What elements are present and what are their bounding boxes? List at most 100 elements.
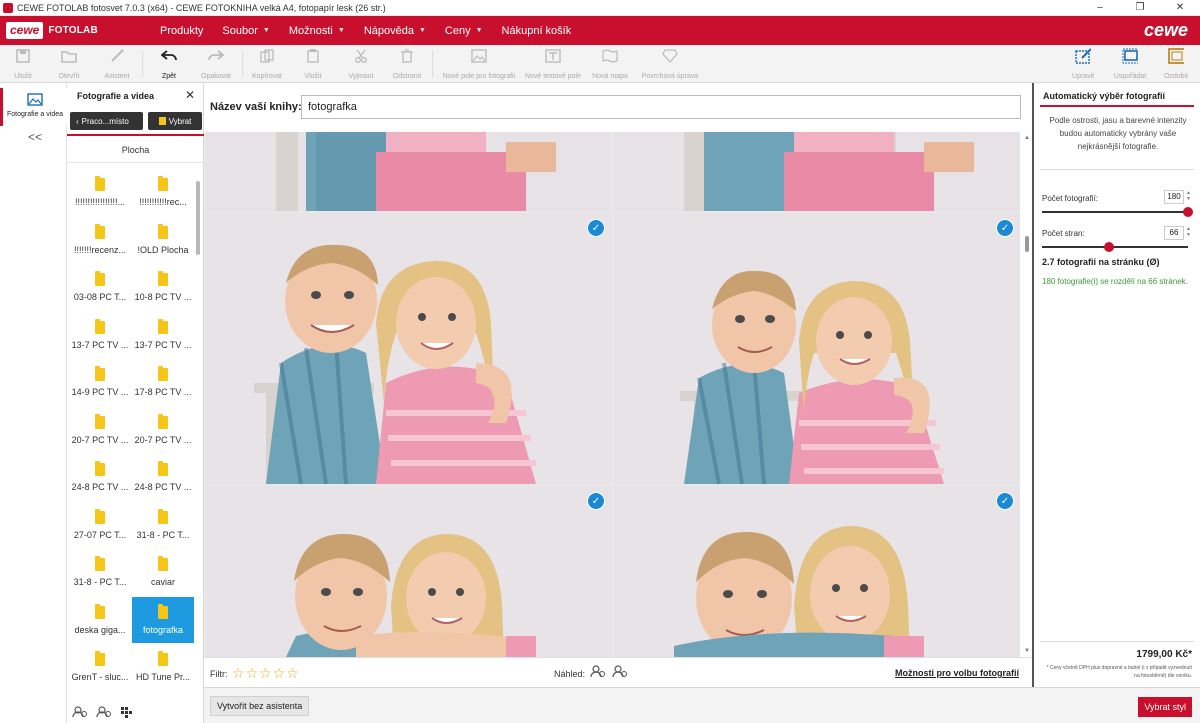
folder-item[interactable]: 13-7 PC TV ... [69, 312, 131, 358]
folder-item[interactable]: 13-7 PC TV ... [132, 312, 194, 358]
menu-item-3[interactable]: Nápověda ▼ [364, 25, 426, 37]
book-title-label: Název vaší knihy: [210, 101, 302, 113]
folder-item[interactable]: HD Tune Pr... [132, 644, 194, 690]
image-icon [471, 48, 487, 64]
folder-item[interactable]: !!!!!!!!!!!rec... [132, 169, 194, 215]
create-without-assistant-button[interactable]: Vytvořit bez asistenta [210, 696, 310, 716]
folder-item[interactable]: !!!!!!!recenz... [69, 217, 131, 263]
copy-button[interactable]: Kopírovat [250, 48, 284, 80]
photo-selection-options-link[interactable]: Možnosti pro volbu fotografií [895, 668, 1019, 678]
photo-thumbnail[interactable]: ✓ [206, 213, 611, 484]
folder-item[interactable]: 03-08 PC T... [69, 264, 131, 310]
close-icon[interactable]: ✕ [185, 88, 195, 102]
selected-check-icon[interactable]: ✓ [996, 219, 1014, 237]
menu-item-2[interactable]: Možnosti ▼ [289, 25, 345, 37]
photo-thumbnail[interactable] [206, 132, 611, 211]
star-icon[interactable]: ☆ [246, 665, 259, 682]
folder-item[interactable]: deska giga... [69, 597, 131, 643]
open-button[interactable]: Otevřít [52, 48, 86, 80]
new-map-button[interactable]: Nová mapa [588, 48, 632, 80]
folder-item[interactable]: 31-8 - PC T... [69, 549, 131, 595]
photo-image [614, 132, 1020, 211]
delete-button[interactable]: Odstranit [390, 48, 424, 80]
magic-wand-icon [109, 48, 125, 64]
page-count-label: Počet stran: [1042, 229, 1085, 238]
minimize-icon[interactable]: – [1080, 0, 1120, 16]
page-count-stepper[interactable]: ▲ ▼ [1186, 226, 1191, 238]
people-search-icon[interactable] [96, 705, 112, 721]
person-search-preview-icon[interactable] [612, 664, 628, 681]
selected-check-icon[interactable]: ✓ [996, 492, 1014, 510]
folder-icon [95, 461, 105, 476]
decorate-button[interactable]: Ozdobit [1160, 48, 1192, 80]
star-icon[interactable]: ☆ [273, 665, 286, 682]
folder-item[interactable]: 24-8 PC TV ... [69, 454, 131, 500]
folder-item[interactable]: 24-8 PC TV ... [132, 454, 194, 500]
folder-icon [158, 413, 168, 429]
folder-item[interactable]: 31-8 - PC T... [132, 502, 194, 548]
tab-photos-videos[interactable]: Fotografie a videa [0, 88, 67, 126]
folder-item[interactable]: caviar [132, 549, 194, 595]
folder-item[interactable]: fotografka [132, 596, 194, 643]
assistant-button[interactable]: Asistent [100, 48, 134, 80]
scroll-down-icon[interactable]: ▼ [1024, 648, 1030, 654]
folder-item[interactable]: 14-9 PC TV ... [69, 359, 131, 405]
collapse-panel-button[interactable]: << [28, 130, 42, 144]
menu-item-0[interactable]: Produkty [160, 25, 203, 37]
photo-count-slider[interactable] [1042, 211, 1188, 213]
paste-button[interactable]: Vložit [300, 48, 326, 80]
folder-item[interactable]: 10-8 PC TV ... [132, 264, 194, 310]
photo-image [206, 486, 611, 657]
scrollbar-thumb[interactable] [1025, 236, 1029, 252]
folder-scrollbar[interactable] [195, 181, 201, 687]
photo-thumbnail[interactable] [614, 132, 1020, 211]
star-icon[interactable]: ☆ [232, 665, 245, 682]
folder-item[interactable]: 20-7 PC TV ... [69, 407, 131, 453]
close-window-icon[interactable]: ✕ [1160, 0, 1200, 16]
star-icon[interactable]: ☆ [259, 665, 272, 682]
maximize-icon[interactable]: ❐ [1120, 0, 1160, 16]
new-photo-field-button[interactable]: Nové pole pro fotografii [438, 48, 520, 80]
photo-thumbnail[interactable]: ✓ [614, 213, 1020, 484]
save-button[interactable]: Uložit [8, 48, 38, 80]
surface-finish-button[interactable]: Povrchová úprava [638, 48, 702, 80]
page-count-slider[interactable] [1042, 246, 1188, 248]
photo-count-slider-handle[interactable] [1183, 207, 1193, 217]
new-text-field-button[interactable]: Nové textové pole [522, 48, 584, 80]
undo-button[interactable]: Zpět [154, 48, 184, 80]
folder-item[interactable]: !!!!!!!!!!!!!!!!!... [69, 169, 131, 215]
menu-item-4[interactable]: Ceny ▼ [445, 25, 483, 37]
folder-item[interactable]: GrenT - sluc... [69, 644, 131, 690]
selected-check-icon[interactable]: ✓ [587, 219, 605, 237]
folder-icon [158, 176, 168, 191]
people-icon[interactable] [72, 705, 88, 721]
edit-button[interactable]: Upravit [1066, 48, 1100, 80]
selected-check-icon[interactable]: ✓ [587, 492, 605, 510]
grid-view-icon[interactable] [120, 706, 132, 721]
person-preview-icon[interactable] [590, 664, 606, 681]
menu-item-5[interactable]: Nákupní košík [502, 25, 572, 37]
photo-grid-scrollbar[interactable]: ▲ ▼ [1022, 132, 1032, 657]
photo-count-stepper[interactable]: ▲ ▼ [1186, 190, 1191, 202]
choose-style-button[interactable]: Vybrat styl [1138, 697, 1192, 717]
folder-item[interactable]: 17-8 PC TV ... [132, 359, 194, 405]
photo-thumbnail[interactable]: ✓ [206, 486, 611, 657]
page-count-input[interactable]: 66 [1164, 226, 1184, 240]
cut-button[interactable]: Vyjmout [346, 48, 376, 80]
back-location-button[interactable]: ‹ Praco...místo [70, 112, 143, 130]
photo-count-input[interactable]: 180 [1164, 190, 1184, 204]
redo-button[interactable]: Opakovat [198, 48, 234, 80]
page-count-slider-handle[interactable] [1104, 242, 1115, 252]
select-folder-button[interactable]: Vybrat [148, 112, 202, 130]
folder-item[interactable]: !OLD Plocha [132, 217, 194, 263]
folder-item[interactable]: 20-7 PC TV ... [132, 407, 194, 453]
app-icon [3, 2, 13, 13]
star-icon[interactable]: ☆ [286, 665, 299, 682]
book-title-input[interactable]: fotografka [301, 95, 1021, 119]
menu-item-1[interactable]: Soubor ▼ [222, 25, 269, 37]
scroll-up-icon[interactable]: ▲ [1024, 135, 1030, 141]
photo-thumbnail[interactable]: ✓ [614, 486, 1020, 657]
scrollbar-thumb[interactable] [196, 181, 200, 255]
arrange-button[interactable]: Uspořádat [1110, 48, 1150, 80]
folder-item[interactable]: 27-07 PC T... [69, 502, 131, 548]
